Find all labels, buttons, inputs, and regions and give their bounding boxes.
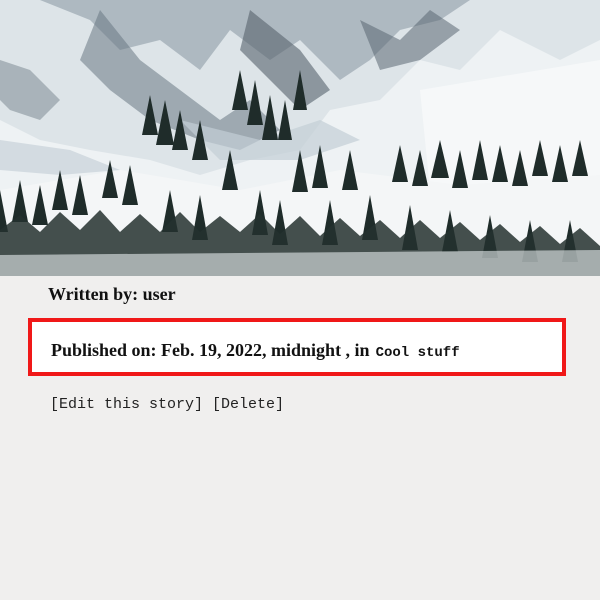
delete-story-link[interactable]: [Delete] [212, 396, 284, 413]
published-date-text: Published on: Feb. 19, 2022, midnight , … [51, 340, 370, 360]
story-author: Written by: user [48, 284, 176, 304]
story-actions: [Edit this story] [Delete] [50, 396, 284, 413]
published-line: Published on: Feb. 19, 2022, midnight , … [51, 340, 460, 361]
edit-story-link[interactable]: [Edit this story] [50, 396, 203, 413]
published-highlight-box: Published on: Feb. 19, 2022, midnight , … [28, 318, 566, 376]
story-hero-image [0, 0, 600, 276]
category-link[interactable]: Cool stuff [376, 345, 460, 361]
